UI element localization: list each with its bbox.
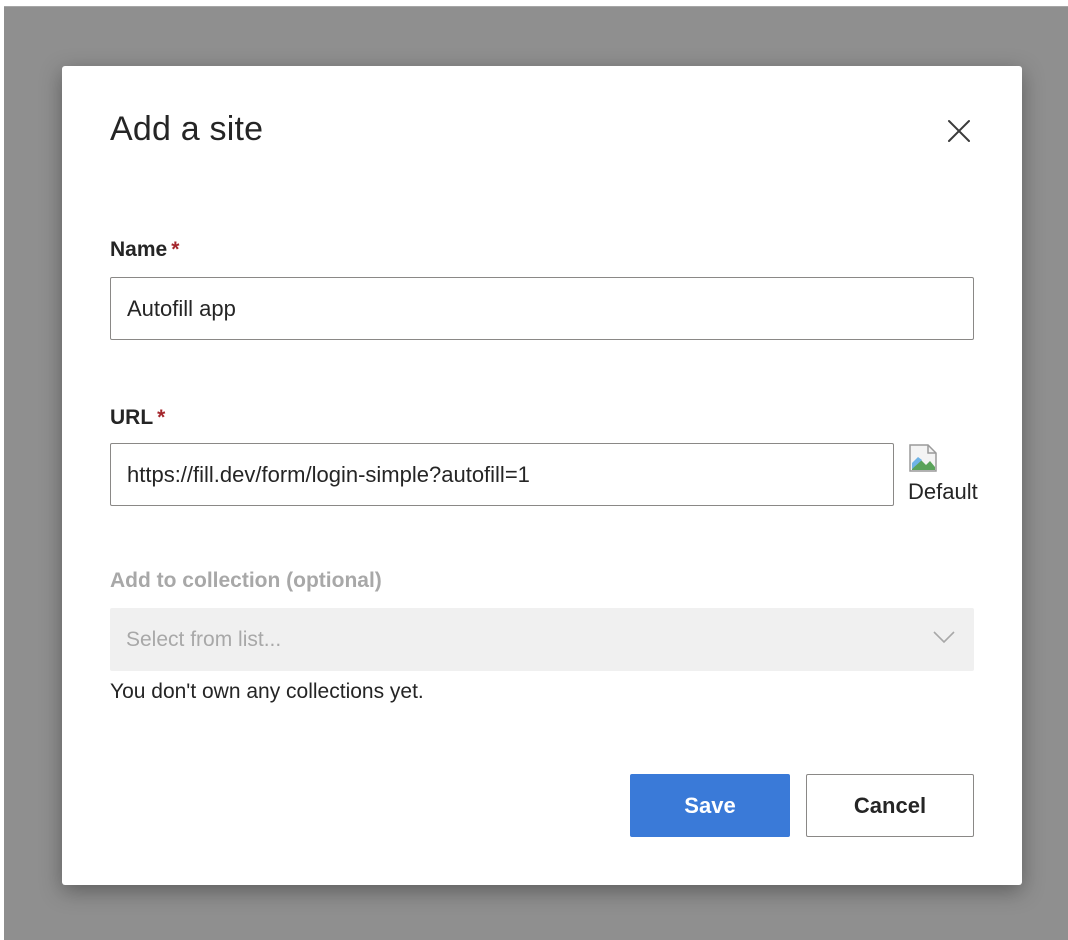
chevron-down-icon	[933, 631, 955, 644]
collection-select[interactable]: Select from list...	[110, 608, 974, 671]
url-input[interactable]	[110, 443, 894, 506]
collection-helper-text: You don't own any collections yet.	[110, 680, 424, 703]
save-button[interactable]: Save	[630, 774, 790, 837]
name-required-marker: *	[171, 238, 180, 261]
site-favicon: Default	[908, 443, 978, 509]
broken-image-icon	[909, 444, 937, 472]
close-icon	[948, 120, 970, 142]
url-required-marker: *	[157, 406, 166, 429]
favicon-alt-text: Default	[908, 479, 978, 504]
close-button[interactable]	[944, 116, 974, 146]
collection-label: Add to collection (optional)	[110, 569, 382, 592]
collection-select-placeholder: Select from list...	[126, 627, 282, 651]
url-label: URL *	[110, 406, 165, 430]
add-site-dialog: Add a site Name* URL* Default Add to col…	[62, 66, 1022, 885]
name-label: Name *	[110, 238, 179, 262]
dialog-title: Add a site	[110, 110, 264, 148]
name-label-text: Name	[110, 238, 168, 261]
cancel-button[interactable]: Cancel	[806, 774, 974, 837]
url-label-text: URL	[110, 406, 154, 429]
name-input[interactable]	[110, 277, 974, 340]
